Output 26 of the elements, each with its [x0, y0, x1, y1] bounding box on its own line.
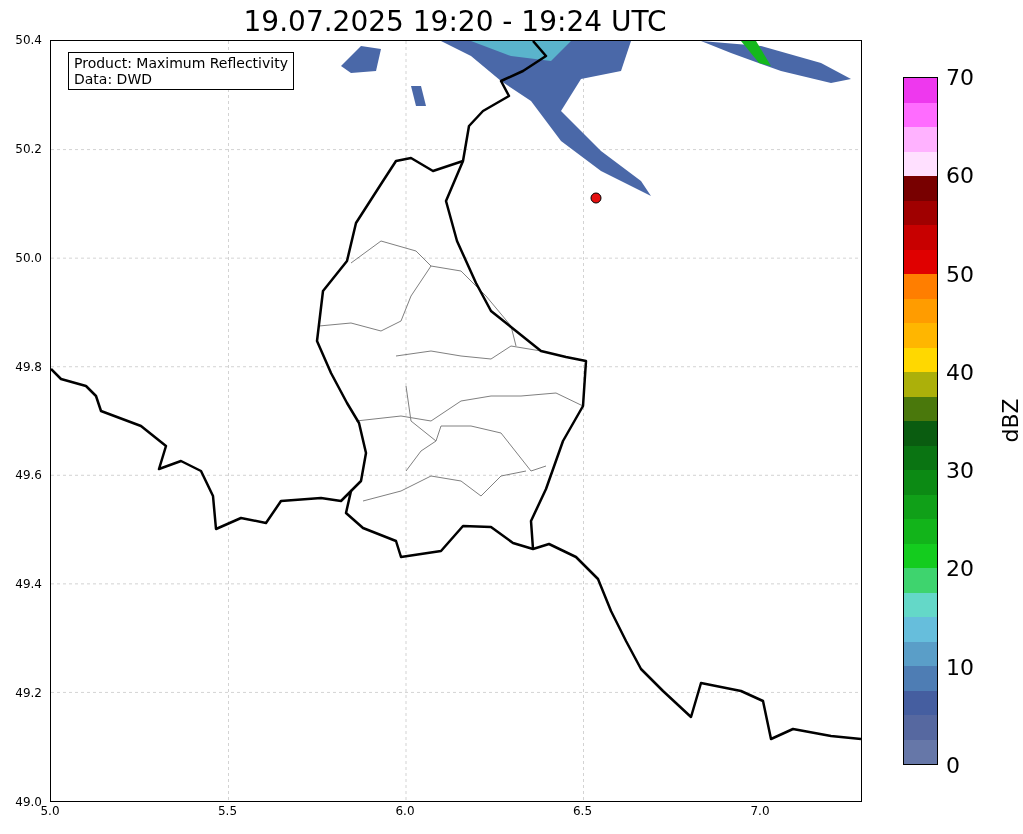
colorbar-tick-label: 40 [946, 359, 974, 385]
y-tick-label: 49.4 [15, 577, 42, 592]
colorbar-tick-label: 20 [946, 555, 974, 581]
colorbar-tick-label: 70 [946, 64, 974, 90]
colorbar-label: dBZ [997, 397, 1023, 443]
info-text: Product: Maximum Reflectivity [74, 55, 288, 71]
y-tick-label: 50.0 [15, 250, 42, 265]
x-tick-label: 5.0 [40, 804, 60, 818]
x-tick-label: 5.5 [217, 804, 238, 818]
x-tick-label: 6.0 [395, 804, 415, 818]
chart-title: 19.07.2025 19:20 - 19:24 UTC [243, 4, 667, 40]
colorbar-tick-label: 0 [946, 752, 960, 778]
y-tick-label: 49.8 [15, 359, 42, 374]
colorbar-tick-label: 10 [946, 654, 974, 680]
colorbar-tick-label: 60 [946, 162, 974, 188]
y-tick-label: 49.6 [15, 468, 42, 483]
y-tick-label: 50.4 [15, 33, 42, 47]
info-text: Data: DWD [74, 71, 153, 87]
y-tick-label: 50.2 [15, 141, 42, 156]
x-tick-label: 7.0 [750, 804, 770, 818]
x-tick-label: 6.5 [572, 804, 593, 818]
y-tick-label: 49.2 [15, 686, 42, 701]
colorbar-tick-label: 50 [946, 261, 974, 287]
colorbar-tick-label: 30 [946, 457, 974, 483]
location-marker [590, 192, 602, 204]
y-tick-label: 49.0 [15, 795, 42, 809]
